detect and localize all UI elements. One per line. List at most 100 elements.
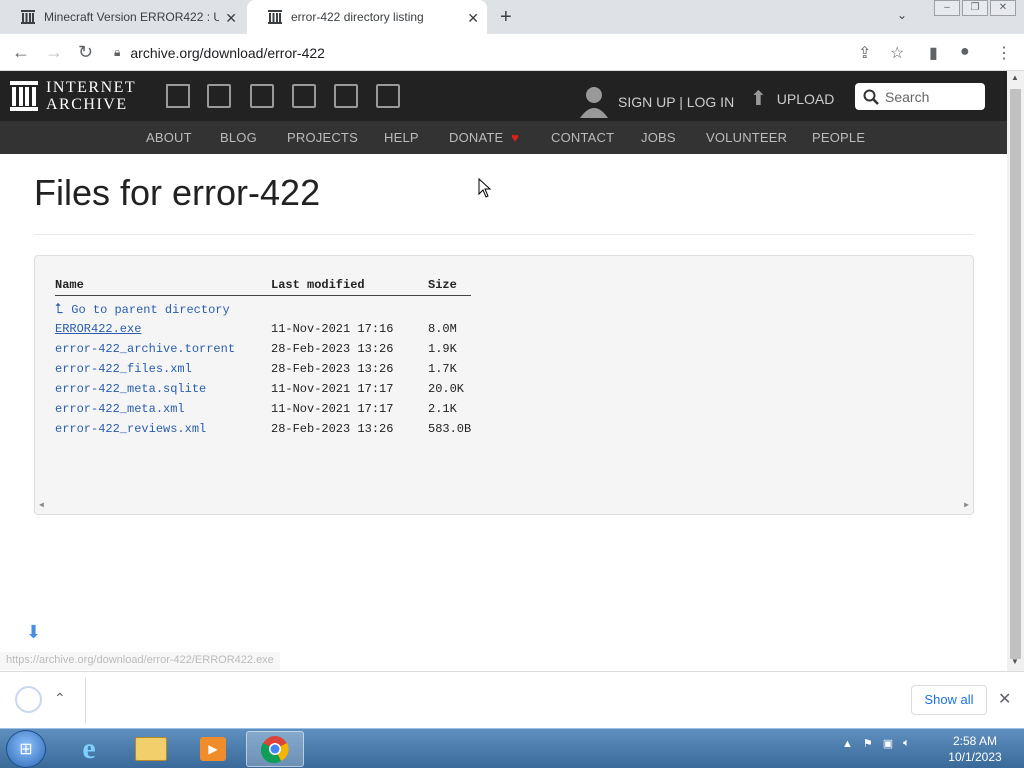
signin-link[interactable]: SIGN UP | LOG IN bbox=[580, 86, 734, 118]
side-panel-icon[interactable]: ▮ bbox=[929, 43, 938, 63]
upload-link[interactable]: ⬆ UPLOAD bbox=[750, 86, 834, 111]
menu-kebab-icon[interactable]: ⋮ bbox=[996, 43, 1012, 63]
volume-muted-icon[interactable]: 🔈︎ bbox=[903, 737, 910, 750]
search-input[interactable] bbox=[885, 88, 980, 105]
tab-minecraft[interactable]: Minecraft Version ERROR422 : Ur ✕ bbox=[0, 0, 245, 34]
new-tab-plus-icon[interactable]: + bbox=[500, 6, 512, 29]
taskbar-explorer[interactable] bbox=[122, 731, 180, 767]
download-progress-icon[interactable] bbox=[15, 686, 42, 713]
chevron-down-icon[interactable]: ⌄ bbox=[897, 8, 907, 22]
back-icon[interactable]: ← bbox=[12, 42, 30, 63]
address-bar[interactable]: 🔒︎ archive.org/download/error-422 bbox=[114, 39, 844, 66]
table-row: error-422_files.xml 28-Feb-2023 13:26 1.… bbox=[55, 362, 485, 382]
parent-directory-label: Go to parent directory bbox=[71, 303, 230, 317]
nav-help[interactable]: HELP bbox=[384, 130, 419, 145]
file-modified: 28-Feb-2023 13:26 bbox=[271, 422, 394, 436]
nav-jobs[interactable]: JOBS bbox=[641, 130, 676, 145]
nav-blog[interactable]: BLOG bbox=[220, 130, 257, 145]
scroll-right-icon[interactable]: ▶ bbox=[964, 500, 969, 510]
scroll-down-icon[interactable]: ▼ bbox=[1011, 657, 1019, 666]
file-link[interactable]: ERROR422.exe bbox=[55, 322, 141, 336]
browser-tab-strip: Minecraft Version ERROR422 : Ur ✕ error-… bbox=[0, 0, 1024, 34]
nav-contact[interactable]: CONTACT bbox=[551, 130, 614, 145]
software-floppy-icon[interactable] bbox=[334, 84, 358, 108]
up-arrow-icon: ⮤ bbox=[55, 302, 64, 318]
taskbar-internet-explorer[interactable]: e bbox=[60, 731, 118, 767]
parent-directory-link[interactable]: ⮤ Go to parent directory bbox=[55, 302, 230, 318]
archive-favicon-icon bbox=[20, 9, 36, 25]
close-icon[interactable]: ✕ bbox=[225, 10, 237, 27]
windows-logo-icon: ⊞ bbox=[19, 741, 33, 758]
nav-about[interactable]: ABOUT bbox=[146, 130, 192, 145]
lock-icon: 🔒︎ bbox=[114, 45, 121, 59]
upload-label: UPLOAD bbox=[776, 90, 835, 107]
archive-favicon-icon bbox=[267, 9, 283, 25]
nav-projects[interactable]: PROJECTS bbox=[287, 130, 358, 145]
table-row: error-422_reviews.xml 28-Feb-2023 13:26 … bbox=[55, 422, 485, 442]
nav-volunteer[interactable]: VOLUNTEER bbox=[706, 130, 787, 145]
download-arrow-icon: ⬇ bbox=[26, 622, 42, 642]
texts-book-icon[interactable] bbox=[207, 84, 231, 108]
folder-icon bbox=[135, 737, 167, 761]
tab-directory-listing[interactable]: error-422 directory listing ✕ bbox=[247, 0, 487, 34]
forward-icon[interactable]: → bbox=[45, 42, 63, 63]
file-modified: 28-Feb-2023 13:26 bbox=[271, 342, 394, 356]
minimize-button[interactable]: – bbox=[934, 0, 960, 16]
column-header-modified[interactable]: Last modified bbox=[271, 278, 365, 292]
divider bbox=[55, 295, 471, 296]
images-icon[interactable] bbox=[376, 84, 400, 108]
divider bbox=[85, 678, 86, 723]
file-link[interactable]: error-422_meta.xml bbox=[55, 402, 185, 416]
restore-button[interactable]: ❐ bbox=[962, 0, 988, 16]
status-bar-url: https://archive.org/download/error-422/E… bbox=[0, 652, 280, 670]
scroll-up-icon[interactable]: ▲ bbox=[1011, 73, 1019, 82]
star-icon[interactable]: ☆ bbox=[890, 43, 904, 63]
chevron-up-icon[interactable]: ⌃ bbox=[54, 690, 66, 707]
table-row: error-422_meta.sqlite 11-Nov-2021 17:17 … bbox=[55, 382, 485, 402]
ia-logo[interactable]: INTERNET ARCHIVE bbox=[10, 79, 136, 113]
video-film-icon[interactable] bbox=[250, 84, 274, 108]
page-title: Files for error-422 bbox=[34, 172, 321, 213]
browser-toolbar: ← → ↻ 🔒︎ archive.org/download/error-422 … bbox=[0, 34, 1024, 71]
windows-taskbar: ⊞ e ▶ ▲ ⚑ ▣ 🔈︎ 2:58 AM 10/1/2023 bbox=[0, 728, 1024, 768]
share-icon[interactable]: ⇪ bbox=[858, 43, 871, 63]
column-header-size[interactable]: Size bbox=[428, 278, 457, 292]
scroll-left-icon[interactable]: ◀ bbox=[39, 500, 44, 510]
download-bar: ⌃ Show all ✕ bbox=[0, 671, 1024, 728]
taskbar-chrome[interactable] bbox=[246, 731, 304, 767]
close-icon[interactable]: ✕ bbox=[467, 10, 479, 27]
reload-icon[interactable]: ↻ bbox=[78, 42, 93, 63]
ia-nav-bar: ABOUT BLOG PROJECTS HELP DONATE ♥ CONTAC… bbox=[0, 121, 1007, 154]
show-all-button[interactable]: Show all bbox=[911, 685, 987, 715]
scrollbar-thumb[interactable] bbox=[1010, 89, 1021, 659]
clock[interactable]: 2:58 AM 10/1/2023 bbox=[940, 733, 1010, 765]
column-header-name[interactable]: Name bbox=[55, 278, 84, 292]
table-row: error-422_meta.xml 11-Nov-2021 17:17 2.1… bbox=[55, 402, 485, 422]
file-link[interactable]: error-422_meta.sqlite bbox=[55, 382, 206, 396]
show-hidden-icons-icon[interactable]: ▲ bbox=[842, 738, 853, 750]
page-scrollbar[interactable]: ▲ ▼ bbox=[1007, 71, 1024, 671]
file-link[interactable]: error-422_reviews.xml bbox=[55, 422, 206, 436]
profile-icon[interactable]: ● bbox=[960, 43, 970, 61]
nav-people[interactable]: PEOPLE bbox=[812, 130, 865, 145]
tab-label: error-422 directory listing bbox=[291, 10, 424, 24]
file-size: 583.0B bbox=[428, 422, 472, 436]
file-link[interactable]: error-422_files.xml bbox=[55, 362, 192, 376]
nav-donate[interactable]: DONATE ♥ bbox=[449, 130, 519, 145]
audio-speaker-icon[interactable] bbox=[292, 84, 316, 108]
media-player-icon: ▶ bbox=[200, 737, 226, 761]
ia-header: INTERNET ARCHIVE SIGN UP | LOG IN ⬆ UPLO… bbox=[0, 71, 1007, 121]
search-box[interactable] bbox=[855, 83, 985, 110]
file-size: 2.1K bbox=[428, 402, 457, 416]
file-modified: 11-Nov-2021 17:17 bbox=[271, 402, 394, 416]
close-icon[interactable]: ✕ bbox=[998, 689, 1011, 709]
network-icon[interactable]: ▣ bbox=[883, 737, 893, 750]
web-icon[interactable] bbox=[166, 84, 190, 108]
window-close-button[interactable]: ✕ bbox=[990, 0, 1016, 16]
file-link[interactable]: error-422_archive.torrent bbox=[55, 342, 235, 356]
action-center-icon[interactable]: ⚑ bbox=[863, 737, 873, 750]
ia-logo-text: INTERNET ARCHIVE bbox=[46, 79, 137, 113]
window-controls: – ❐ ✕ bbox=[932, 0, 1016, 16]
taskbar-media-player[interactable]: ▶ bbox=[184, 731, 242, 767]
start-button[interactable]: ⊞ bbox=[6, 730, 46, 768]
